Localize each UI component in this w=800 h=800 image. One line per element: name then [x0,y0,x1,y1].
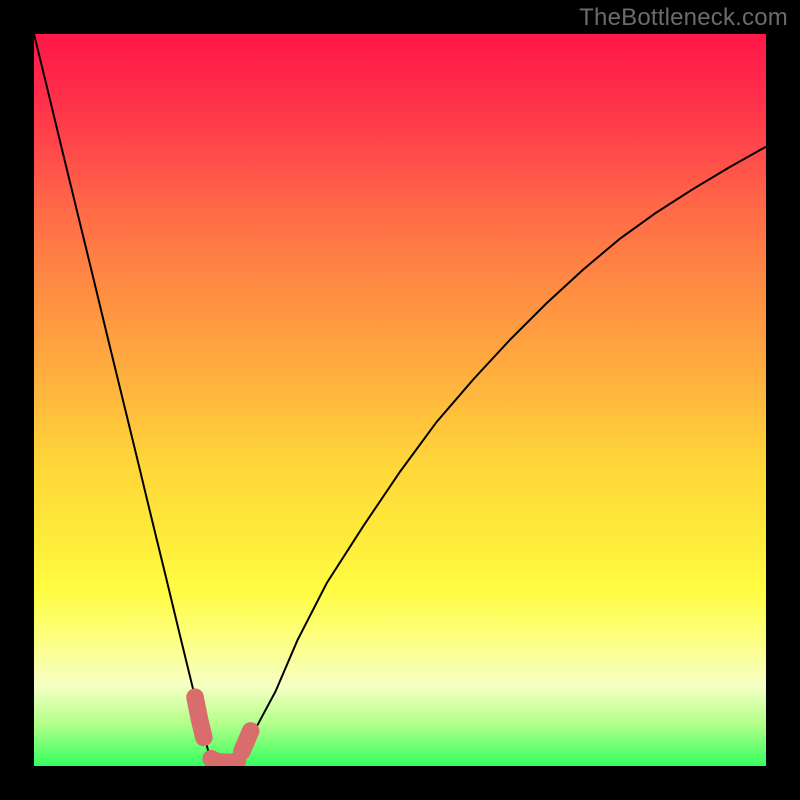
highlight-segment [211,759,237,763]
plot-area [34,34,766,766]
curve-svg [34,34,766,766]
watermark-text: TheBottleneck.com [579,4,788,32]
highlight-segment [195,697,204,737]
bottleneck-curve [34,34,766,762]
chart-frame: TheBottleneck.com [0,0,800,800]
highlight-markers [195,697,251,762]
highlight-segment [242,731,251,751]
